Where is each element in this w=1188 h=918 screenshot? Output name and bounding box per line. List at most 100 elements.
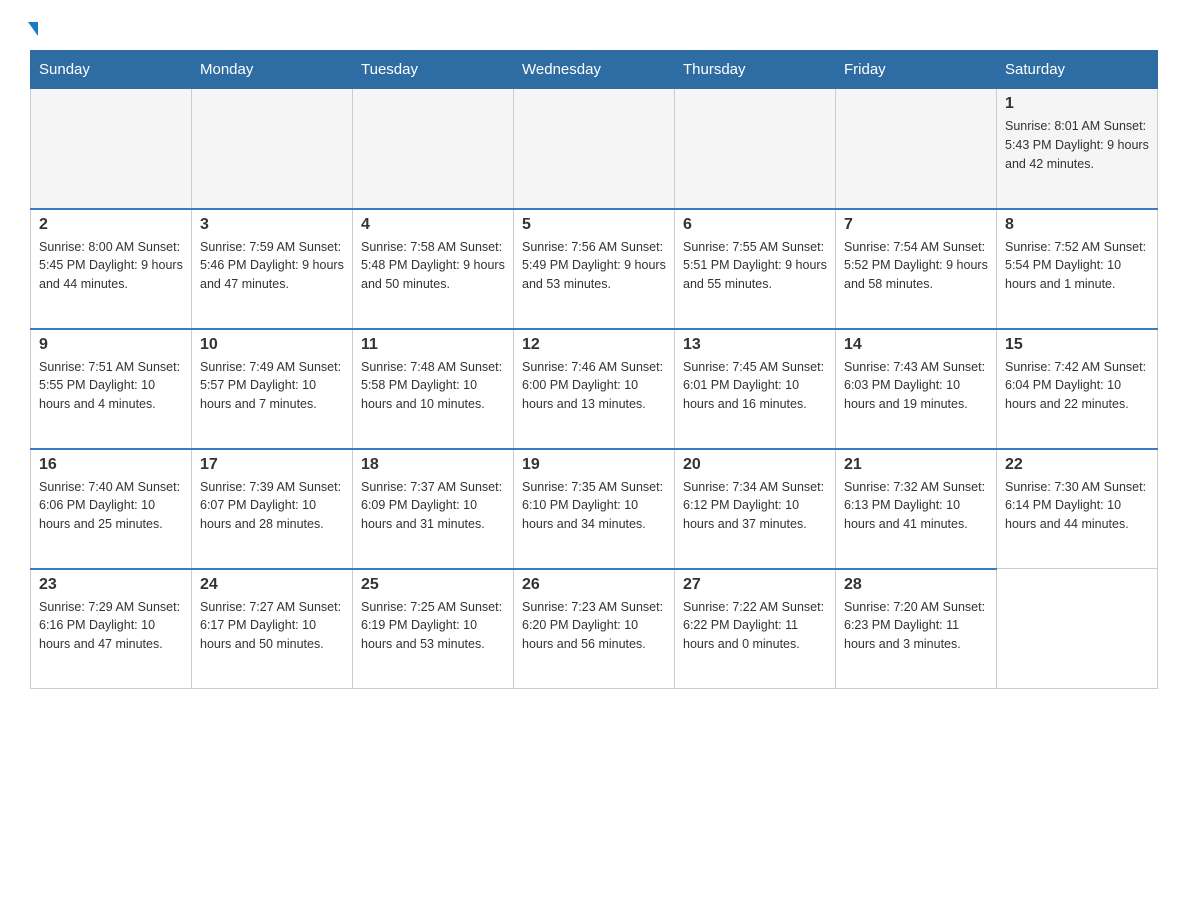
calendar-week-row: 23 Sunrise: 7:29 AM Sunset: 6:16 PM Dayli… [31, 569, 1158, 689]
day-number: 22 [1005, 456, 1149, 474]
calendar-cell: 15 Sunrise: 7:42 AM Sunset: 6:04 PM Dayli… [997, 329, 1158, 449]
day-number: 10 [200, 336, 344, 354]
calendar-cell: 13 Sunrise: 7:45 AM Sunset: 6:01 PM Dayli… [675, 329, 836, 449]
day-info: Sunrise: 7:49 AM Sunset: 5:57 PM Dayligh… [200, 358, 344, 414]
calendar-header-row: SundayMondayTuesdayWednesdayThursdayFrid… [31, 51, 1158, 89]
day-number: 9 [39, 336, 183, 354]
day-number: 26 [522, 576, 666, 594]
calendar-cell: 21 Sunrise: 7:32 AM Sunset: 6:13 PM Dayli… [836, 449, 997, 569]
day-info: Sunrise: 7:42 AM Sunset: 6:04 PM Dayligh… [1005, 358, 1149, 414]
calendar-cell: 24 Sunrise: 7:27 AM Sunset: 6:17 PM Dayli… [192, 569, 353, 689]
weekday-header-tuesday: Tuesday [353, 51, 514, 89]
day-info: Sunrise: 7:30 AM Sunset: 6:14 PM Dayligh… [1005, 478, 1149, 534]
calendar-cell: 9 Sunrise: 7:51 AM Sunset: 5:55 PM Daylig… [31, 329, 192, 449]
day-number: 25 [361, 576, 505, 594]
weekday-header-sunday: Sunday [31, 51, 192, 89]
day-info: Sunrise: 7:45 AM Sunset: 6:01 PM Dayligh… [683, 358, 827, 414]
calendar-cell: 19 Sunrise: 7:35 AM Sunset: 6:10 PM Dayli… [514, 449, 675, 569]
calendar-cell: 16 Sunrise: 7:40 AM Sunset: 6:06 PM Dayli… [31, 449, 192, 569]
day-number: 4 [361, 216, 505, 234]
calendar-cell: 1 Sunrise: 8:01 AM Sunset: 5:43 PM Daylig… [997, 89, 1158, 209]
day-number: 3 [200, 216, 344, 234]
day-info: Sunrise: 8:00 AM Sunset: 5:45 PM Dayligh… [39, 238, 183, 294]
calendar-cell [514, 89, 675, 209]
day-number: 28 [844, 576, 988, 594]
day-info: Sunrise: 7:46 AM Sunset: 6:00 PM Dayligh… [522, 358, 666, 414]
day-number: 13 [683, 336, 827, 354]
day-info: Sunrise: 7:40 AM Sunset: 6:06 PM Dayligh… [39, 478, 183, 534]
weekday-header-saturday: Saturday [997, 51, 1158, 89]
calendar-cell: 6 Sunrise: 7:55 AM Sunset: 5:51 PM Daylig… [675, 209, 836, 329]
day-info: Sunrise: 7:43 AM Sunset: 6:03 PM Dayligh… [844, 358, 988, 414]
calendar-cell: 23 Sunrise: 7:29 AM Sunset: 6:16 PM Dayli… [31, 569, 192, 689]
weekday-header-friday: Friday [836, 51, 997, 89]
day-number: 20 [683, 456, 827, 474]
logo-triangle-icon [28, 22, 38, 36]
calendar-cell [31, 89, 192, 209]
calendar-cell: 26 Sunrise: 7:23 AM Sunset: 6:20 PM Dayli… [514, 569, 675, 689]
calendar-cell [997, 569, 1158, 689]
calendar-cell: 27 Sunrise: 7:22 AM Sunset: 6:22 PM Dayli… [675, 569, 836, 689]
day-info: Sunrise: 7:32 AM Sunset: 6:13 PM Dayligh… [844, 478, 988, 534]
day-number: 24 [200, 576, 344, 594]
day-number: 2 [39, 216, 183, 234]
day-info: Sunrise: 7:54 AM Sunset: 5:52 PM Dayligh… [844, 238, 988, 294]
day-info: Sunrise: 7:35 AM Sunset: 6:10 PM Dayligh… [522, 478, 666, 534]
calendar-cell [836, 89, 997, 209]
logo [30, 20, 38, 34]
calendar-cell: 10 Sunrise: 7:49 AM Sunset: 5:57 PM Dayli… [192, 329, 353, 449]
day-number: 18 [361, 456, 505, 474]
calendar-cell: 5Sunrise: 7:56 AM Sunset: 5:49 PM Daylig… [514, 209, 675, 329]
header [30, 20, 1158, 34]
day-info: Sunrise: 7:23 AM Sunset: 6:20 PM Dayligh… [522, 598, 666, 654]
day-info: Sunrise: 7:52 AM Sunset: 5:54 PM Dayligh… [1005, 238, 1149, 294]
day-info: Sunrise: 7:27 AM Sunset: 6:17 PM Dayligh… [200, 598, 344, 654]
day-number: 14 [844, 336, 988, 354]
calendar-cell: 25 Sunrise: 7:25 AM Sunset: 6:19 PM Dayli… [353, 569, 514, 689]
calendar-week-row: 9 Sunrise: 7:51 AM Sunset: 5:55 PM Daylig… [31, 329, 1158, 449]
calendar-week-row: 2 Sunrise: 8:00 AM Sunset: 5:45 PM Daylig… [31, 209, 1158, 329]
day-number: 8 [1005, 216, 1149, 234]
day-info: Sunrise: 7:22 AM Sunset: 6:22 PM Dayligh… [683, 598, 827, 654]
day-number: 12 [522, 336, 666, 354]
day-info: Sunrise: 7:59 AM Sunset: 5:46 PM Dayligh… [200, 238, 344, 294]
weekday-header-wednesday: Wednesday [514, 51, 675, 89]
calendar-cell [192, 89, 353, 209]
day-info: Sunrise: 7:58 AM Sunset: 5:48 PM Dayligh… [361, 238, 505, 294]
weekday-header-thursday: Thursday [675, 51, 836, 89]
weekday-header-monday: Monday [192, 51, 353, 89]
calendar-cell: 2 Sunrise: 8:00 AM Sunset: 5:45 PM Daylig… [31, 209, 192, 329]
calendar-week-row: 1 Sunrise: 8:01 AM Sunset: 5:43 PM Daylig… [31, 89, 1158, 209]
day-info: Sunrise: 8:01 AM Sunset: 5:43 PM Dayligh… [1005, 117, 1149, 173]
day-number: 16 [39, 456, 183, 474]
calendar-cell: 17Sunrise: 7:39 AM Sunset: 6:07 PM Dayli… [192, 449, 353, 569]
calendar-cell: 7Sunrise: 7:54 AM Sunset: 5:52 PM Daylig… [836, 209, 997, 329]
calendar-week-row: 16 Sunrise: 7:40 AM Sunset: 6:06 PM Dayli… [31, 449, 1158, 569]
day-number: 23 [39, 576, 183, 594]
calendar-cell: 28 Sunrise: 7:20 AM Sunset: 6:23 PM Dayli… [836, 569, 997, 689]
calendar-cell [675, 89, 836, 209]
calendar-cell: 8 Sunrise: 7:52 AM Sunset: 5:54 PM Daylig… [997, 209, 1158, 329]
calendar-cell: 22 Sunrise: 7:30 AM Sunset: 6:14 PM Dayli… [997, 449, 1158, 569]
day-number: 11 [361, 336, 505, 354]
day-number: 27 [683, 576, 827, 594]
calendar-cell: 12 Sunrise: 7:46 AM Sunset: 6:00 PM Dayli… [514, 329, 675, 449]
day-info: Sunrise: 7:29 AM Sunset: 6:16 PM Dayligh… [39, 598, 183, 654]
day-number: 1 [1005, 95, 1149, 113]
day-number: 19 [522, 456, 666, 474]
day-info: Sunrise: 7:48 AM Sunset: 5:58 PM Dayligh… [361, 358, 505, 414]
calendar-cell: 11 Sunrise: 7:48 AM Sunset: 5:58 PM Dayli… [353, 329, 514, 449]
day-number: 15 [1005, 336, 1149, 354]
day-info: Sunrise: 7:20 AM Sunset: 6:23 PM Dayligh… [844, 598, 988, 654]
day-number: 21 [844, 456, 988, 474]
day-info: Sunrise: 7:56 AM Sunset: 5:49 PM Dayligh… [522, 238, 666, 294]
day-info: Sunrise: 7:37 AM Sunset: 6:09 PM Dayligh… [361, 478, 505, 534]
calendar-cell: 18 Sunrise: 7:37 AM Sunset: 6:09 PM Dayli… [353, 449, 514, 569]
calendar-cell: 3 Sunrise: 7:59 AM Sunset: 5:46 PM Daylig… [192, 209, 353, 329]
day-info: Sunrise: 7:34 AM Sunset: 6:12 PM Dayligh… [683, 478, 827, 534]
calendar-cell: 20 Sunrise: 7:34 AM Sunset: 6:12 PM Dayli… [675, 449, 836, 569]
day-info: Sunrise: 7:51 AM Sunset: 5:55 PM Dayligh… [39, 358, 183, 414]
day-info: Sunrise: 7:25 AM Sunset: 6:19 PM Dayligh… [361, 598, 505, 654]
day-number: 6 [683, 216, 827, 234]
day-info: Sunrise: 7:55 AM Sunset: 5:51 PM Dayligh… [683, 238, 827, 294]
